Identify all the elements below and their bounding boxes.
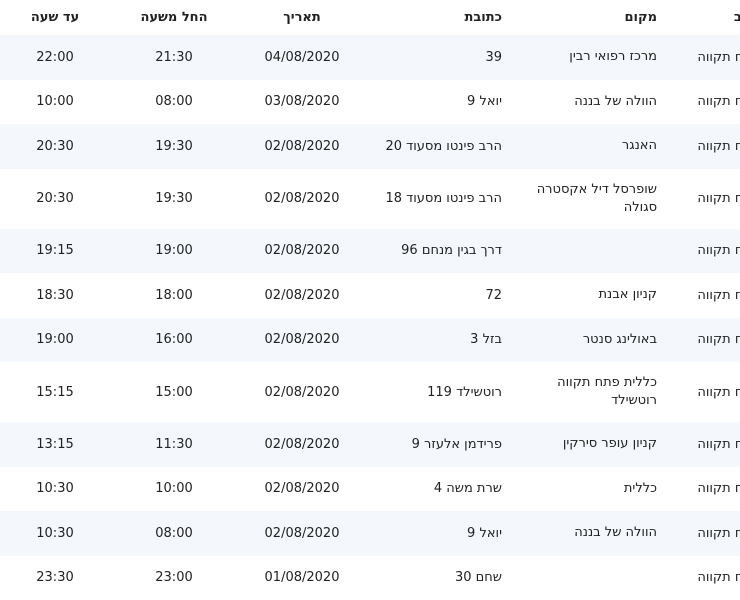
- cell-place: כללית: [514, 467, 665, 512]
- cell-start-time: 15:00: [110, 362, 238, 422]
- cell-address: שחם 30: [366, 556, 514, 600]
- cell-place: כללית פתח תקווה רוטשילד: [514, 362, 665, 422]
- header-start-time[interactable]: החל משעה: [110, 0, 238, 35]
- table-header-row: ישוב מקום כתובת תאריך החל משעה עד שעה: [0, 0, 740, 35]
- header-city[interactable]: ישוב: [665, 0, 740, 35]
- cell-start-time: 10:00: [110, 467, 238, 512]
- cell-place: קניון אבנת: [514, 273, 665, 318]
- cell-start-time: 08:00: [110, 80, 238, 125]
- cell-place: האנגר: [514, 124, 665, 169]
- table-row: פתח תקווה הוולה של בננה יואל 9 02/08/202…: [0, 511, 740, 556]
- cell-city: פתח תקווה: [665, 169, 740, 229]
- cell-city: פתח תקווה: [665, 273, 740, 318]
- cell-address: 39: [366, 35, 514, 80]
- cell-address: בזל 3: [366, 318, 514, 363]
- cell-city: פתח תקווה: [665, 80, 740, 125]
- cell-end-time: 23:30: [0, 556, 110, 600]
- header-place[interactable]: מקום: [514, 0, 665, 35]
- cell-city: פתח תקווה: [665, 318, 740, 363]
- exposure-locations-table: ישוב מקום כתובת תאריך החל משעה עד שעה פת…: [0, 0, 740, 600]
- header-end-time[interactable]: עד שעה: [0, 0, 110, 35]
- cell-address: רוטשילד 119: [366, 362, 514, 422]
- cell-address: יואל 9: [366, 511, 514, 556]
- cell-place: הוולה של בננה: [514, 80, 665, 125]
- table-row: פתח תקווה כללית פתח תקווה רוטשילד רוטשיל…: [0, 362, 740, 422]
- cell-date: 01/08/2020: [238, 556, 366, 600]
- cell-end-time: 10:00: [0, 80, 110, 125]
- cell-place: באולינג סנטר: [514, 318, 665, 363]
- table-row: פתח תקווה כללית שרת משה 4 02/08/2020 10:…: [0, 467, 740, 512]
- cell-start-time: 08:00: [110, 511, 238, 556]
- cell-address: הרב פינטו מסעוד 20: [366, 124, 514, 169]
- cell-city: פתח תקווה: [665, 362, 740, 422]
- table-row: פתח תקווה מרכז רפואי רבין 39 04/08/2020 …: [0, 35, 740, 80]
- cell-date: 02/08/2020: [238, 229, 366, 274]
- cell-end-time: 19:00: [0, 318, 110, 363]
- cell-end-time: 10:30: [0, 511, 110, 556]
- cell-address: שרת משה 4: [366, 467, 514, 512]
- cell-place: [514, 556, 665, 600]
- header-address[interactable]: כתובת: [366, 0, 514, 35]
- table-row: פתח תקווה שחם 30 01/08/2020 23:00 23:30: [0, 556, 740, 600]
- cell-date: 02/08/2020: [238, 362, 366, 422]
- cell-date: 02/08/2020: [238, 124, 366, 169]
- cell-city: פתח תקווה: [665, 35, 740, 80]
- cell-date: 02/08/2020: [238, 318, 366, 363]
- cell-date: 04/08/2020: [238, 35, 366, 80]
- cell-end-time: 10:30: [0, 467, 110, 512]
- cell-end-time: 15:15: [0, 362, 110, 422]
- cell-date: 03/08/2020: [238, 80, 366, 125]
- cell-city: פתח תקווה: [665, 124, 740, 169]
- cell-place: קניון עופר סירקין: [514, 422, 665, 467]
- cell-address: הרב פינטו מסעוד 18: [366, 169, 514, 229]
- cell-date: 02/08/2020: [238, 273, 366, 318]
- cell-date: 02/08/2020: [238, 169, 366, 229]
- table-row: פתח תקווה דרך בגין מנחם 96 02/08/2020 19…: [0, 229, 740, 274]
- cell-start-time: 18:00: [110, 273, 238, 318]
- header-date[interactable]: תאריך: [238, 0, 366, 35]
- cell-city: פתח תקווה: [665, 422, 740, 467]
- cell-start-time: 19:00: [110, 229, 238, 274]
- cell-place: שופרסל דיל אקסטרה סגולה: [514, 169, 665, 229]
- cell-end-time: 20:30: [0, 169, 110, 229]
- cell-date: 02/08/2020: [238, 467, 366, 512]
- cell-place: הוולה של בננה: [514, 511, 665, 556]
- cell-date: 02/08/2020: [238, 422, 366, 467]
- cell-end-time: 13:15: [0, 422, 110, 467]
- cell-end-time: 20:30: [0, 124, 110, 169]
- cell-address: פרידמן אלעזר 9: [366, 422, 514, 467]
- cell-address: יואל 9: [366, 80, 514, 125]
- cell-start-time: 21:30: [110, 35, 238, 80]
- cell-city: פתח תקווה: [665, 511, 740, 556]
- cell-start-time: 16:00: [110, 318, 238, 363]
- cell-address: 72: [366, 273, 514, 318]
- cell-place: [514, 229, 665, 274]
- cell-end-time: 19:15: [0, 229, 110, 274]
- table-row: פתח תקווה באולינג סנטר בזל 3 02/08/2020 …: [0, 318, 740, 363]
- table-row: פתח תקווה הוולה של בננה יואל 9 03/08/202…: [0, 80, 740, 125]
- cell-city: פתח תקווה: [665, 467, 740, 512]
- cell-start-time: 19:30: [110, 124, 238, 169]
- cell-start-time: 11:30: [110, 422, 238, 467]
- table-row: פתח תקווה האנגר הרב פינטו מסעוד 20 02/08…: [0, 124, 740, 169]
- cell-date: 02/08/2020: [238, 511, 366, 556]
- cell-start-time: 23:00: [110, 556, 238, 600]
- cell-city: פתח תקווה: [665, 556, 740, 600]
- cell-end-time: 18:30: [0, 273, 110, 318]
- cell-city: פתח תקווה: [665, 229, 740, 274]
- cell-start-time: 19:30: [110, 169, 238, 229]
- table-row: פתח תקווה קניון עופר סירקין פרידמן אלעזר…: [0, 422, 740, 467]
- table-row: פתח תקווה שופרסל דיל אקסטרה סגולה הרב פי…: [0, 169, 740, 229]
- cell-end-time: 22:00: [0, 35, 110, 80]
- cell-address: דרך בגין מנחם 96: [366, 229, 514, 274]
- cell-place: מרכז רפואי רבין: [514, 35, 665, 80]
- table-row: פתח תקווה קניון אבנת 72 02/08/2020 18:00…: [0, 273, 740, 318]
